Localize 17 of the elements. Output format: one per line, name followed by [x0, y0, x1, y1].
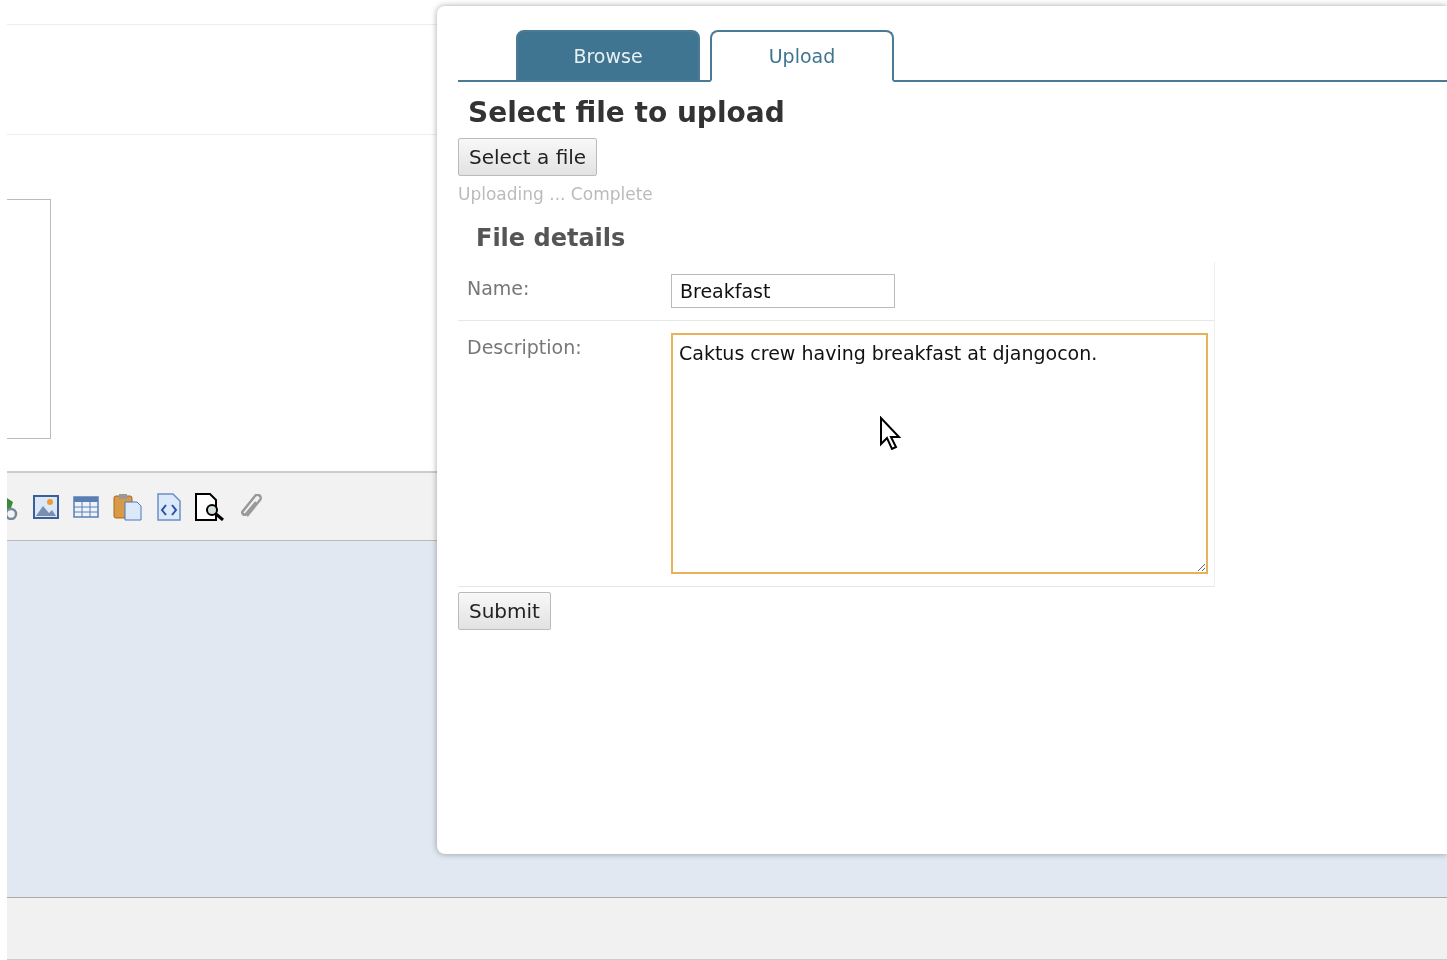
preview-icon[interactable] [195, 492, 225, 521]
paste-icon[interactable] [113, 492, 143, 521]
submit-button[interactable]: Submit [458, 591, 551, 630]
select-file-button[interactable]: Select a file [458, 138, 598, 176]
section-heading: File details [476, 222, 627, 254]
code-file-icon[interactable] [157, 492, 181, 521]
table-icon[interactable] [73, 495, 99, 518]
description-field[interactable]: Caktus crew having breakfast at djangocon. [671, 332, 1208, 574]
upload-status: Uploading ... Complete [458, 183, 654, 206]
tab[interactable]: Upload [710, 30, 894, 82]
field-label: Description: [467, 334, 583, 360]
mouse-cursor-icon [879, 416, 903, 452]
tab[interactable]: Browse [516, 30, 700, 82]
field-label: Name: [467, 275, 531, 301]
image-icon[interactable] [33, 494, 59, 519]
name-field[interactable]: Breakfast [671, 273, 895, 308]
dialog-heading: Select file to upload [468, 95, 786, 131]
